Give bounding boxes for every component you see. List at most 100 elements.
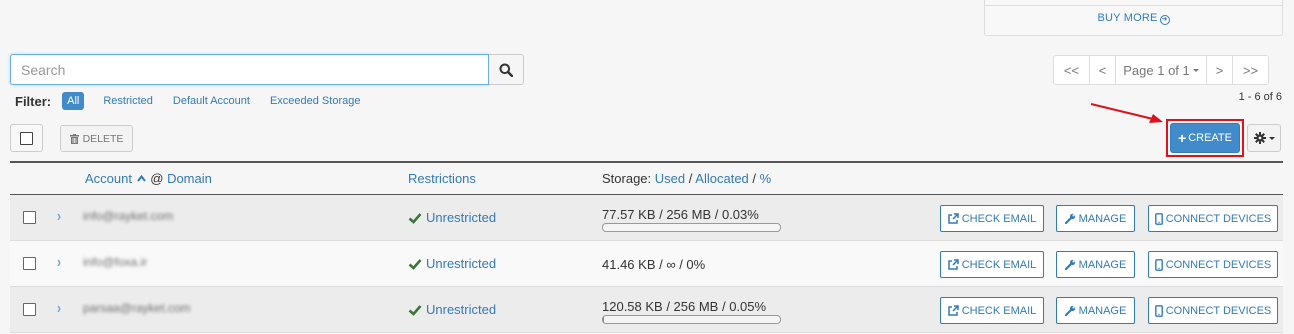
restriction-label: Unrestricted	[426, 210, 497, 225]
storage-summary-panel: BUY MORE ➜	[984, 0, 1283, 36]
storage-usage-text: 41.46 KB / ∞ / 0%	[602, 257, 706, 272]
table-row: › info@foxa.ir Unrestricted 41.46 KB / ∞…	[10, 241, 1283, 287]
create-button[interactable]: + CREATE	[1170, 123, 1240, 153]
search-icon	[499, 63, 513, 77]
check-email-button[interactable]: CHECK EMAIL	[940, 251, 1044, 278]
pagination: << < Page 1 of 1 > >>	[1053, 55, 1269, 85]
sort-used-header[interactable]: Used	[655, 171, 685, 186]
manage-button[interactable]: MANAGE	[1056, 297, 1135, 324]
filter-restricted[interactable]: Restricted	[98, 92, 158, 110]
restriction-status[interactable]: Unrestricted	[408, 256, 496, 271]
table-header: Account @ Domain Restrictions Storage: U…	[10, 163, 1283, 195]
manage-label: MANAGE	[1078, 258, 1127, 271]
mobile-phone-icon	[1154, 258, 1163, 271]
check-email-button[interactable]: CHECK EMAIL	[940, 297, 1044, 324]
connect-devices-label: CONNECT DEVICES	[1165, 258, 1272, 271]
create-label: CREATE	[1188, 132, 1232, 144]
delete-button[interactable]: DELETE	[60, 125, 133, 152]
caret-down-icon	[1268, 136, 1275, 140]
connect-devices-label: CONNECT DEVICES	[1165, 304, 1272, 317]
delete-label: DELETE	[82, 132, 124, 145]
wrench-icon	[1064, 305, 1075, 316]
search-bar	[10, 54, 524, 85]
arrow-right-circle-icon: ➜	[1159, 15, 1170, 25]
plus-icon: +	[1178, 130, 1187, 146]
check-icon	[408, 258, 422, 270]
page-select-label: Page 1 of 1	[1123, 62, 1190, 78]
restriction-label: Unrestricted	[426, 302, 497, 317]
search-button[interactable]	[489, 54, 524, 85]
check-email-label: CHECK EMAIL	[961, 212, 1037, 225]
manage-label: MANAGE	[1078, 304, 1127, 317]
caret-down-icon	[1192, 68, 1199, 72]
gear-icon	[1253, 132, 1266, 144]
sort-up-icon	[136, 175, 146, 182]
sort-percent-header[interactable]: %	[760, 171, 772, 186]
storage-header-label: Storage:	[602, 171, 652, 186]
filter-default-account[interactable]: Default Account	[168, 92, 255, 110]
check-email-button[interactable]: CHECK EMAIL	[940, 205, 1044, 232]
chevron-right-icon[interactable]: ›	[57, 207, 61, 225]
checkbox-box	[20, 131, 33, 145]
row-checkbox[interactable]	[23, 211, 36, 224]
row-checkbox[interactable]	[23, 303, 36, 316]
filter-exceeded-storage[interactable]: Exceeded Storage	[265, 92, 366, 110]
wrench-icon	[1064, 259, 1075, 270]
sort-allocated-header[interactable]: Allocated	[695, 171, 748, 186]
mobile-phone-icon	[1154, 212, 1163, 225]
settings-dropdown-button[interactable]	[1247, 124, 1281, 152]
search-input[interactable]	[10, 54, 489, 85]
storage-header: Storage: Used / Allocated / %	[602, 171, 771, 186]
at-sign: @	[150, 171, 164, 186]
last-page-button[interactable]: >>	[1232, 55, 1269, 85]
check-icon	[408, 212, 422, 224]
annotation-arrow	[1090, 103, 1163, 123]
table-row: › info@rayket.com Unrestricted 77.57 KB …	[10, 195, 1283, 241]
restriction-status[interactable]: Unrestricted	[408, 302, 496, 317]
buy-more-link[interactable]: BUY MORE ➜	[985, 12, 1282, 25]
domain-header-label[interactable]: Domain	[167, 171, 212, 186]
check-icon	[408, 304, 422, 316]
connect-devices-label: CONNECT DEVICES	[1165, 212, 1272, 225]
restriction-status[interactable]: Unrestricted	[408, 210, 496, 225]
check-email-label: CHECK EMAIL	[961, 258, 1037, 271]
connect-devices-button[interactable]: CONNECT DEVICES	[1148, 297, 1278, 324]
wrench-icon	[1064, 213, 1075, 224]
account-header-label[interactable]: Account	[85, 171, 132, 186]
storage-usage-text: 77.57 KB / 256 MB / 0.03%	[602, 207, 759, 222]
filter-all[interactable]: All	[62, 92, 85, 110]
buy-more-label[interactable]: BUY MORE	[1097, 12, 1157, 24]
sort-restrictions-header[interactable]: Restrictions	[408, 171, 476, 186]
manage-button[interactable]: MANAGE	[1056, 251, 1135, 278]
connect-devices-button[interactable]: CONNECT DEVICES	[1148, 251, 1278, 278]
storage-progress-bar	[602, 315, 781, 324]
storage-usage-text: 120.58 KB / 256 MB / 0.05%	[602, 299, 767, 314]
first-page-button[interactable]: <<	[1053, 55, 1090, 85]
account-address: parsaa@rayket.com	[83, 301, 191, 315]
connect-devices-button[interactable]: CONNECT DEVICES	[1148, 205, 1278, 232]
check-email-label: CHECK EMAIL	[961, 304, 1037, 317]
filter-label: Filter:	[15, 93, 52, 109]
restriction-label: Unrestricted	[426, 256, 497, 271]
next-page-button[interactable]: >	[1206, 55, 1233, 85]
row-checkbox[interactable]	[23, 257, 36, 270]
select-all-checkbox[interactable]	[10, 124, 43, 152]
table-row: › parsaa@rayket.com Unrestricted 120.58 …	[10, 287, 1283, 333]
chevron-right-icon[interactable]: ›	[57, 253, 61, 271]
page-select[interactable]: Page 1 of 1	[1115, 55, 1207, 85]
results-range: 1 - 6 of 6	[1238, 91, 1282, 103]
account-address: info@foxa.ir	[83, 255, 148, 269]
mobile-phone-icon	[1154, 304, 1163, 317]
sort-account-header[interactable]: Account @ Domain	[85, 171, 212, 186]
account-address: info@rayket.com	[83, 209, 174, 223]
manage-button[interactable]: MANAGE	[1056, 205, 1135, 232]
manage-label: MANAGE	[1078, 212, 1127, 225]
trash-icon	[69, 133, 79, 144]
previous-page-button[interactable]: <	[1089, 55, 1116, 85]
chevron-right-icon[interactable]: ›	[57, 299, 61, 317]
external-link-icon	[947, 213, 959, 224]
storage-progress-bar	[602, 223, 781, 232]
external-link-icon	[947, 259, 959, 270]
storage-separator: /	[752, 171, 757, 186]
external-link-icon	[947, 305, 959, 316]
